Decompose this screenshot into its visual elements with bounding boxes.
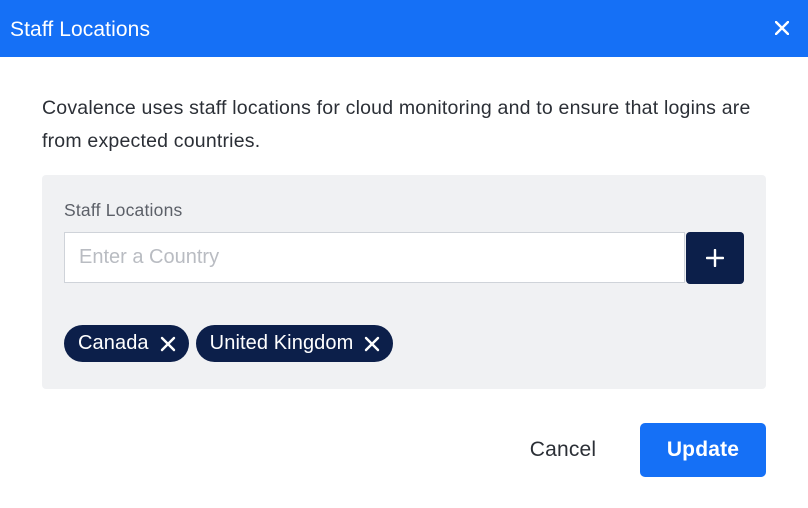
remove-chip-button[interactable] xyxy=(362,334,382,354)
cancel-button[interactable]: Cancel xyxy=(508,423,618,477)
close-icon xyxy=(775,21,789,35)
staff-locations-label: Staff Locations xyxy=(64,200,183,220)
close-button[interactable] xyxy=(768,14,796,42)
dialog-title: Staff Locations xyxy=(10,18,151,41)
country-chip-list: Canada United Kingdom xyxy=(64,325,394,362)
staff-locations-panel: Staff Locations Canada United Kingdom xyxy=(42,175,766,389)
country-chip-label: Canada xyxy=(78,332,149,354)
country-chip: United Kingdom xyxy=(195,325,394,362)
staff-locations-dialog: Staff Locations Covalence uses staff loc… xyxy=(0,0,808,508)
plus-icon xyxy=(706,249,724,267)
country-chip: Canada xyxy=(64,325,189,362)
remove-chip-button[interactable] xyxy=(158,334,178,354)
close-icon xyxy=(365,336,380,351)
update-button[interactable]: Update xyxy=(640,423,766,477)
dialog-description: Covalence uses staff locations for cloud… xyxy=(42,97,751,152)
add-country-button[interactable] xyxy=(686,232,744,284)
dialog-header: Staff Locations xyxy=(0,0,808,57)
close-icon xyxy=(160,336,175,351)
country-input[interactable] xyxy=(64,232,685,283)
country-chip-label: United Kingdom xyxy=(209,332,354,354)
